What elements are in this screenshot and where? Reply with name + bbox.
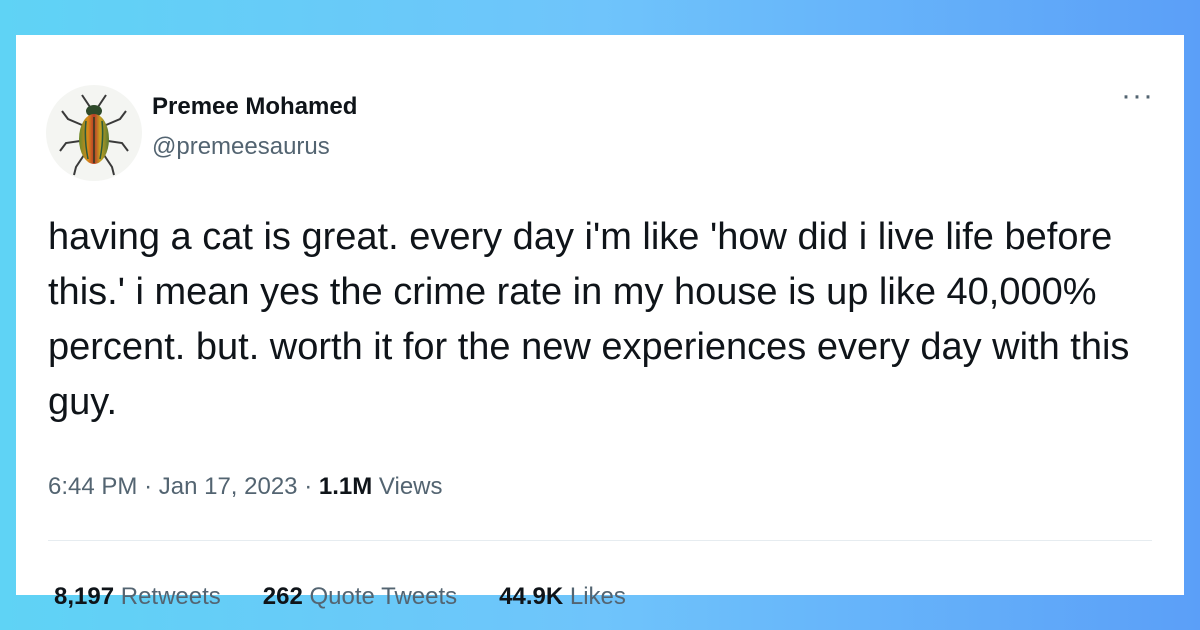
separator: · bbox=[304, 473, 313, 500]
more-options-icon[interactable]: ··· bbox=[1121, 81, 1154, 111]
tweet-meta: 6:44 PM · Jan 17, 2023 · 1.1M Views bbox=[48, 473, 443, 501]
likes-count: 44.9K bbox=[499, 583, 564, 610]
views-label: Views bbox=[378, 473, 443, 500]
avatar[interactable] bbox=[46, 85, 142, 181]
tweet-date[interactable]: Jan 17, 2023 bbox=[159, 473, 298, 500]
retweets-label: Retweets bbox=[120, 583, 221, 610]
tweet-card: Premee Mohamed @premeesaurus ··· having … bbox=[16, 35, 1184, 610]
engagement-stats: 8,197 Retweets 262 Quote Tweets 44.9K Li… bbox=[54, 583, 626, 611]
quote-tweets-stat[interactable]: 262 Quote Tweets bbox=[263, 583, 457, 611]
quote-tweets-count: 262 bbox=[262, 583, 303, 610]
likes-stat[interactable]: 44.9K Likes bbox=[499, 583, 626, 611]
views-count: 1.1M bbox=[318, 473, 373, 500]
divider bbox=[48, 540, 1152, 541]
quote-tweets-label: Quote Tweets bbox=[309, 583, 458, 610]
author-handle[interactable]: @premeesaurus bbox=[152, 133, 330, 161]
tweet-text: having a cat is great. every day i'm lik… bbox=[48, 216, 1130, 423]
separator: · bbox=[144, 473, 153, 500]
author-name[interactable]: Premee Mohamed bbox=[152, 93, 357, 121]
tweet-time[interactable]: 6:44 PM bbox=[48, 473, 137, 500]
beetle-icon bbox=[59, 94, 129, 176]
likes-label: Likes bbox=[569, 583, 626, 610]
retweets-stat[interactable]: 8,197 Retweets bbox=[54, 583, 221, 611]
retweets-count: 8,197 bbox=[54, 583, 115, 610]
